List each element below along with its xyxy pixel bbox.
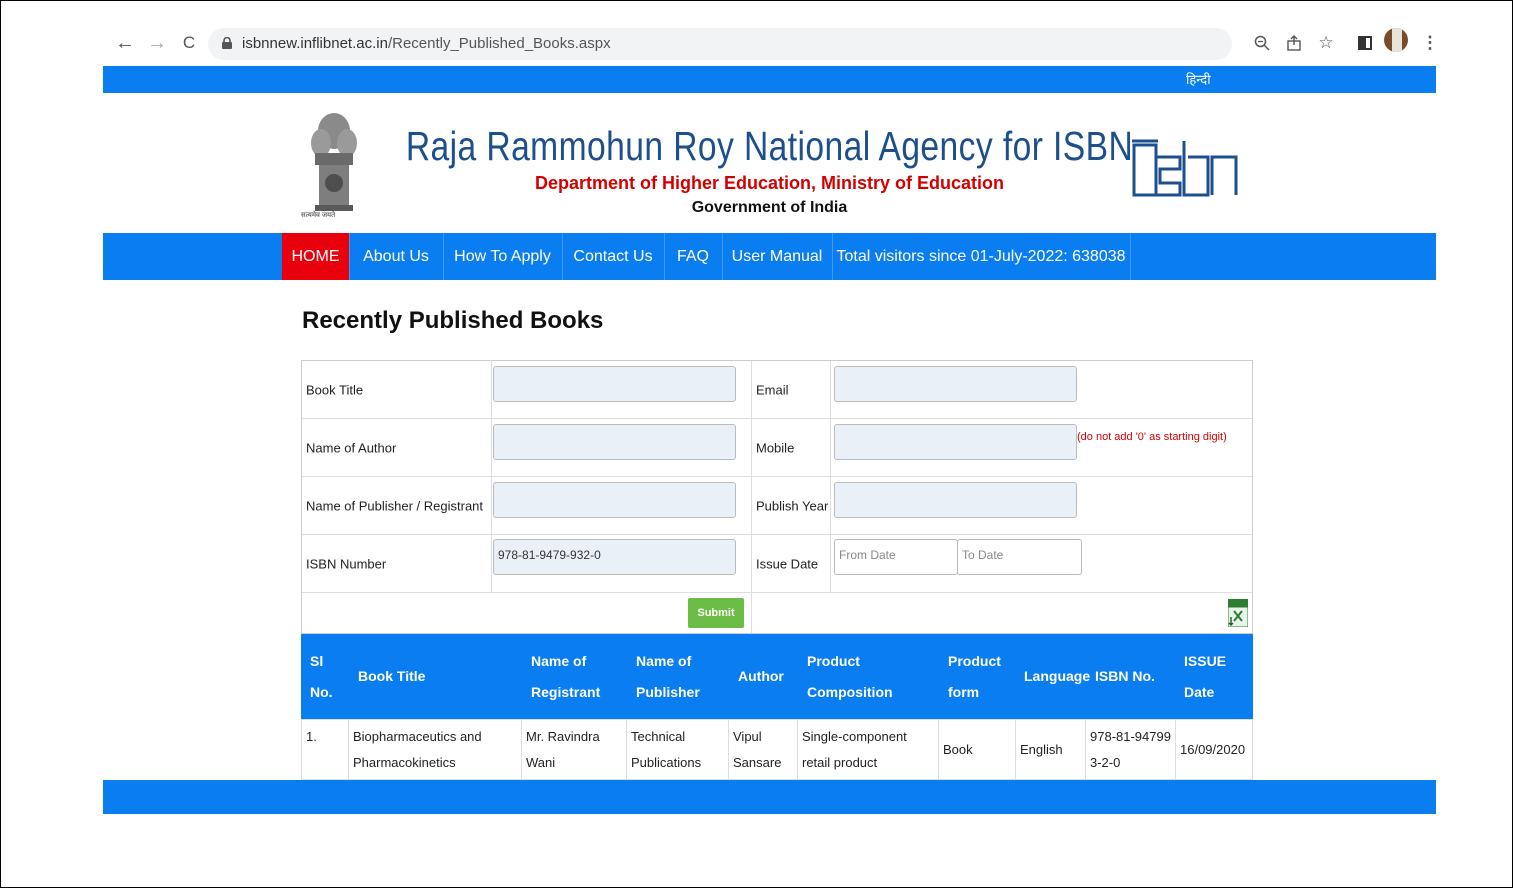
- col-header-registrant: Name of Registrant: [531, 652, 601, 700]
- nav-faq[interactable]: FAQ: [664, 233, 723, 280]
- export-cell: [752, 593, 1252, 633]
- bookmark-star-icon[interactable]: ☆: [1314, 30, 1338, 56]
- url-path: /Recently_Published_Books.aspx: [387, 35, 611, 52]
- col-header-sl-no: Sl No.: [310, 652, 333, 700]
- search-form: Book Title Email Name of Author Mobile N…: [301, 360, 1253, 634]
- issue-date-label: Issue Date: [756, 556, 819, 571]
- isbn-logo: [1132, 139, 1238, 197]
- publisher-label: Name of Publisher / Registrant: [306, 498, 484, 513]
- reload-icon[interactable]: C: [176, 30, 202, 56]
- site-header: सत्यमेव जयते Raja Rammohun Roy National …: [103, 93, 1436, 233]
- address-url: isbnnew.inflibnet.ac.in/Recently_Publish…: [242, 35, 611, 52]
- mobile-label-cell: Mobile: [752, 419, 831, 477]
- mobile-hint: (do not add '0' as starting digit): [1077, 431, 1227, 443]
- publish-year-label-cell: Publish Year: [752, 477, 831, 535]
- nav-contact-us[interactable]: Contact Us: [562, 233, 665, 280]
- main-navigation: HOME About Us How To Apply Contact Us FA…: [103, 233, 1436, 280]
- hindi-language-link[interactable]: हिन्दी: [1186, 70, 1211, 88]
- table-row: 1. Biopharmaceutics and Pharmacokinetics…: [301, 719, 1253, 780]
- col-header-product-form: Product form: [948, 652, 1001, 700]
- zoom-icon[interactable]: [1254, 35, 1270, 51]
- isbn-label-cell: ISBN Number: [302, 535, 492, 593]
- cell-language: English: [1016, 720, 1086, 779]
- cell-product-composition: Single-component retail product: [798, 720, 939, 779]
- nav-about-us[interactable]: About Us: [349, 233, 444, 280]
- submit-cell: [302, 593, 752, 633]
- from-date-input[interactable]: From Date: [834, 539, 958, 575]
- publisher-input[interactable]: [493, 482, 736, 518]
- author-label-cell: Name of Author: [302, 419, 492, 477]
- cell-publisher: Technical Publications: [627, 720, 729, 779]
- back-icon[interactable]: ←: [112, 30, 138, 56]
- col-header-language: Language: [1024, 668, 1091, 684]
- mobile-label: Mobile: [756, 440, 795, 455]
- author-label: Name of Author: [306, 440, 397, 455]
- book-title-label: Book Title: [306, 382, 364, 397]
- excel-export-icon[interactable]: [1228, 599, 1248, 627]
- email-label: Email: [756, 382, 789, 397]
- to-date-input[interactable]: To Date: [957, 539, 1082, 575]
- isbn-label: ISBN Number: [306, 556, 387, 571]
- cell-sl-no: 1.: [302, 720, 349, 779]
- book-title-input[interactable]: [493, 366, 736, 402]
- publish-year-input[interactable]: [834, 482, 1077, 518]
- col-header-product-composition: Product Composition: [807, 652, 893, 700]
- publisher-label-cell: Name of Publisher / Registrant: [302, 477, 492, 535]
- cell-isbn: 978-81-947993-2-0: [1086, 720, 1176, 779]
- menu-kebab-icon[interactable]: ⋮: [1418, 30, 1442, 56]
- lock-icon: [222, 37, 232, 49]
- government-label: Government of India: [691, 199, 848, 216]
- publish-year-label: Publish Year: [756, 498, 829, 513]
- address-bar[interactable]: isbnnew.inflibnet.ac.in/Recently_Publish…: [208, 28, 1232, 60]
- url-host: isbnnew.inflibnet.ac.in: [242, 35, 388, 52]
- book-title-label-cell: Book Title: [302, 361, 492, 419]
- col-header-book-title: Book Title: [358, 668, 426, 684]
- col-header-publisher: Name of Publisher: [636, 652, 700, 700]
- forward-icon[interactable]: →: [144, 30, 170, 56]
- page-footer: [103, 780, 1436, 814]
- results-table-header: Sl No. Book Title Name of Registrant Nam…: [301, 634, 1253, 719]
- profile-avatar[interactable]: [1384, 28, 1408, 52]
- col-header-issue-date: ISSUE Date: [1184, 652, 1227, 700]
- nav-how-to-apply[interactable]: How To Apply: [443, 233, 563, 280]
- col-header-author: Author: [738, 668, 784, 684]
- cell-author: Vipul Sansare: [729, 720, 798, 779]
- col-header-isbn: ISBN No.: [1095, 668, 1155, 684]
- visitor-counter: Total visitors since 01-July-2022: 63803…: [832, 233, 1131, 280]
- nav-home[interactable]: HOME: [282, 233, 350, 280]
- email-input[interactable]: [834, 366, 1077, 402]
- cell-book-title: Biopharmaceutics and Pharmacokinetics: [349, 720, 522, 779]
- mobile-input[interactable]: [834, 424, 1077, 460]
- nav-user-manual[interactable]: User Manual: [722, 233, 833, 280]
- cell-issue-date: 16/09/2020: [1180, 741, 1246, 757]
- author-input[interactable]: [493, 424, 736, 460]
- isbn-input[interactable]: 978-81-9479-932-0: [493, 539, 736, 575]
- page-title: Recently Published Books: [302, 307, 604, 334]
- issue-date-label-cell: Issue Date: [752, 535, 831, 593]
- top-language-bar: हिन्दी: [103, 66, 1436, 93]
- cell-product-form: Book: [939, 720, 1016, 779]
- email-label-cell: Email: [752, 361, 831, 419]
- cell-registrant: Mr. Ravindra Wani: [522, 720, 627, 779]
- browser-toolbar: ← → C isbnnew.inflibnet.ac.in/Recently_P…: [0, 22, 1515, 66]
- side-panel-icon[interactable]: [1358, 36, 1372, 50]
- results-table: Sl No. Book Title Name of Registrant Nam…: [301, 634, 1253, 780]
- share-icon[interactable]: [1286, 35, 1302, 51]
- submit-button[interactable]: Submit: [688, 598, 744, 628]
